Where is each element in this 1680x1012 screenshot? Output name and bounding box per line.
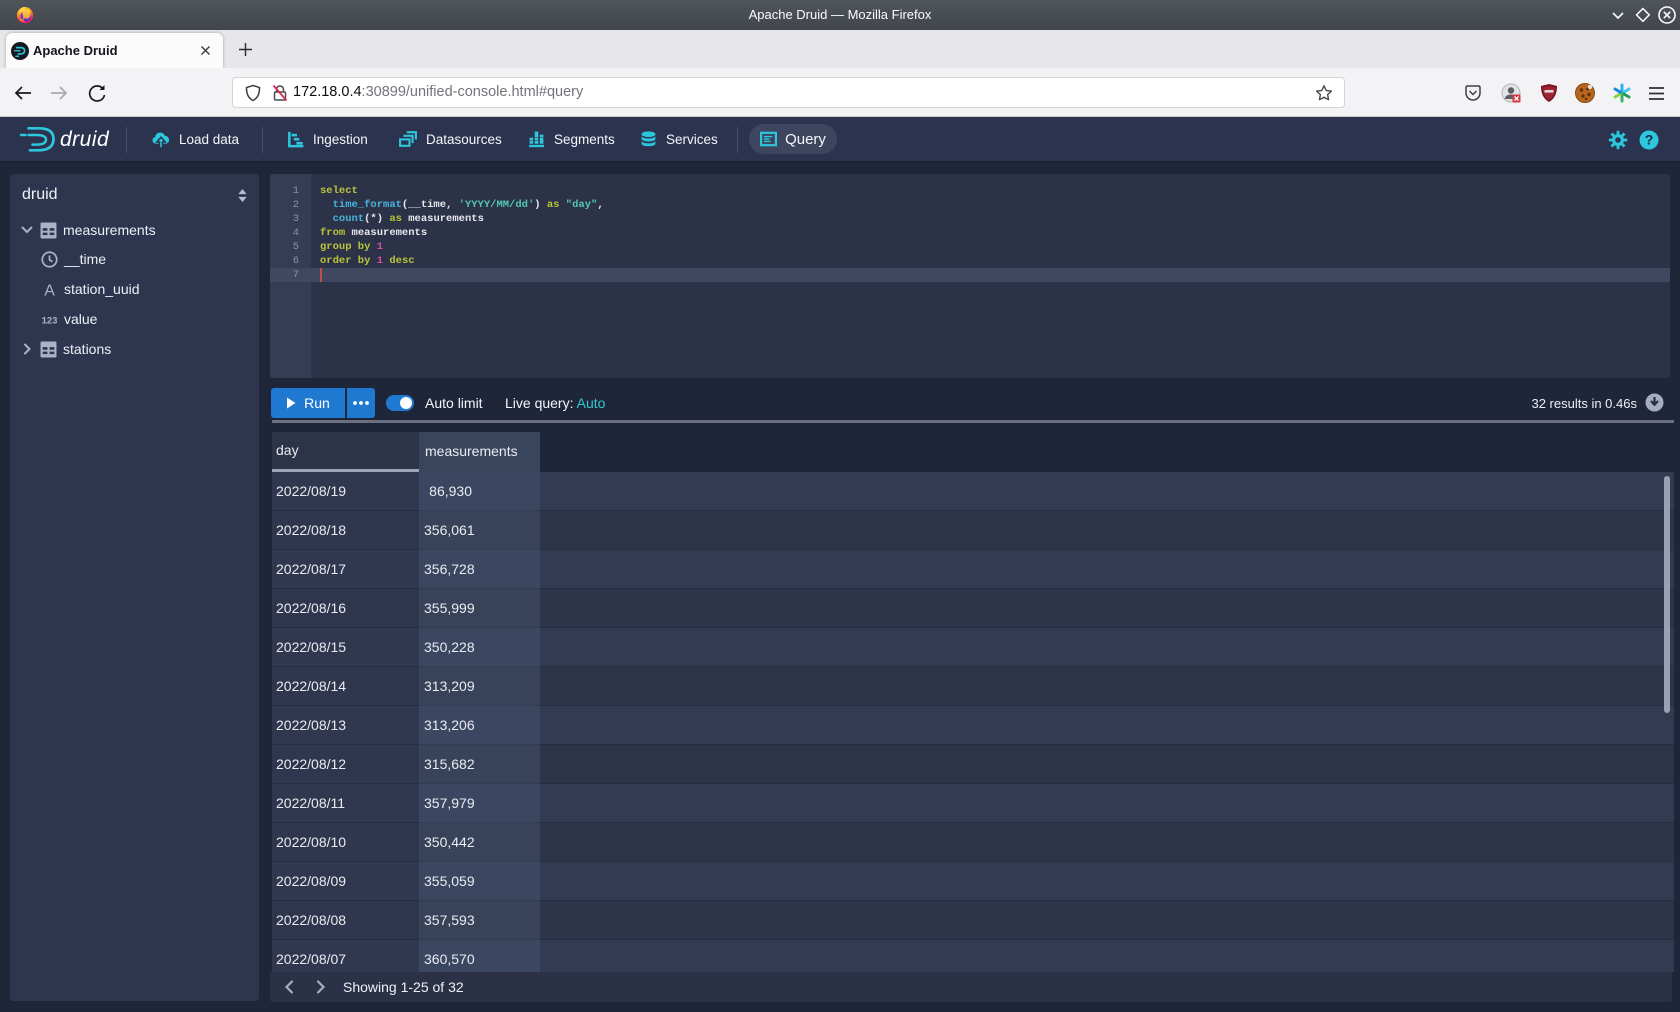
svg-text:A: A [44,282,55,298]
svg-text:?: ? [1645,132,1654,148]
svg-text:123: 123 [42,315,58,326]
